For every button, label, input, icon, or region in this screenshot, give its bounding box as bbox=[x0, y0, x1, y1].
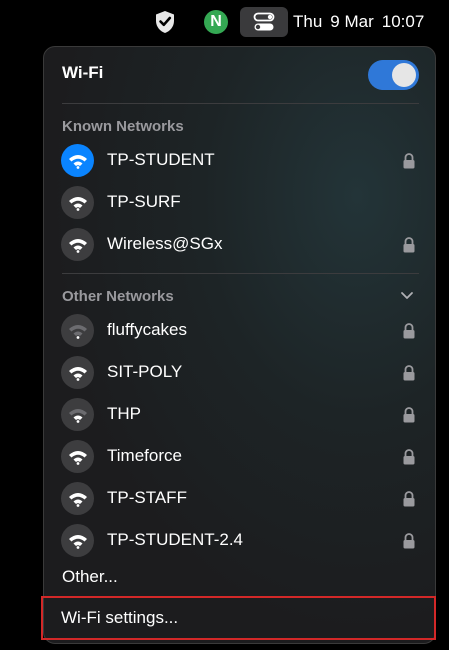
network-row-timeforce[interactable]: Timeforce bbox=[60, 436, 420, 478]
wifi-icon bbox=[61, 228, 94, 261]
network-row-tp-staff[interactable]: TP-STAFF bbox=[60, 478, 420, 520]
known-networks-label: Known Networks bbox=[62, 118, 184, 135]
wifi-weak-icon bbox=[61, 398, 94, 431]
n-app-icon[interactable]: N bbox=[204, 10, 228, 34]
lock-icon bbox=[402, 153, 416, 169]
network-name: TP-SURF bbox=[107, 192, 181, 211]
network-row-wireless-sgx[interactable]: Wireless@SGx bbox=[60, 224, 420, 266]
divider bbox=[62, 103, 419, 104]
lock-icon bbox=[402, 449, 416, 465]
network-name: TP-STUDENT-2.4 bbox=[107, 530, 244, 549]
screen: N Thu 9 Mar 10:07 Wi-Fi Known Networks T… bbox=[0, 0, 449, 650]
wifi-title: Wi-Fi bbox=[62, 63, 104, 82]
clock-date: 9 Mar bbox=[330, 12, 374, 31]
network-row-sit-poly[interactable]: SIT-POLY bbox=[60, 352, 420, 394]
chevron-down-icon[interactable] bbox=[399, 287, 415, 303]
wifi-icon bbox=[61, 482, 94, 515]
network-row-fluffycakes[interactable]: fluffycakes bbox=[60, 310, 420, 352]
divider bbox=[62, 273, 419, 274]
network-name: SIT-POLY bbox=[107, 362, 183, 381]
other-network-link[interactable]: Other... bbox=[62, 567, 118, 587]
wifi-settings-button[interactable]: Wi-Fi settings... bbox=[41, 596, 436, 640]
network-name: THP bbox=[107, 404, 141, 423]
wifi-icon bbox=[61, 440, 94, 473]
wifi-menu-panel: Wi-Fi Known Networks TP-STUDENT TP-SURF … bbox=[43, 46, 436, 644]
other-networks-label[interactable]: Other Networks bbox=[62, 288, 174, 305]
network-name: Wireless@SGx bbox=[107, 234, 223, 253]
wifi-settings-label: Wi-Fi settings... bbox=[61, 608, 179, 627]
lock-icon bbox=[402, 365, 416, 381]
shield-check-icon[interactable] bbox=[153, 9, 177, 35]
network-name: fluffycakes bbox=[107, 320, 188, 339]
network-name: Timeforce bbox=[107, 446, 182, 465]
lock-icon bbox=[402, 237, 416, 253]
wifi-toggle[interactable] bbox=[368, 60, 419, 90]
lock-icon bbox=[402, 533, 416, 549]
network-name: TP-STUDENT bbox=[107, 150, 215, 169]
menu-bar-clock[interactable]: Thu 9 Mar 10:07 bbox=[293, 10, 424, 34]
lock-icon bbox=[402, 323, 416, 339]
network-row-thp[interactable]: THP bbox=[60, 394, 420, 436]
lock-icon bbox=[402, 491, 416, 507]
network-row-tp-surf[interactable]: TP-SURF bbox=[60, 182, 420, 224]
lock-icon bbox=[402, 407, 416, 423]
wifi-icon bbox=[61, 144, 94, 177]
clock-time: 10:07 bbox=[381, 12, 425, 31]
wifi-icon bbox=[61, 356, 94, 389]
network-row-tp-student[interactable]: TP-STUDENT bbox=[60, 140, 420, 182]
wifi-icon bbox=[61, 186, 94, 219]
clock-day: Thu bbox=[293, 12, 323, 31]
wifi-weak-icon bbox=[61, 314, 94, 347]
toggle-knob bbox=[392, 63, 416, 87]
wifi-icon bbox=[61, 524, 94, 557]
network-row-tp-student-2-4[interactable]: TP-STUDENT-2.4 bbox=[60, 520, 420, 562]
menu-bar: N Thu 9 Mar 10:07 bbox=[0, 0, 449, 44]
control-center-icon[interactable] bbox=[240, 7, 288, 37]
network-name: TP-STAFF bbox=[107, 488, 187, 507]
